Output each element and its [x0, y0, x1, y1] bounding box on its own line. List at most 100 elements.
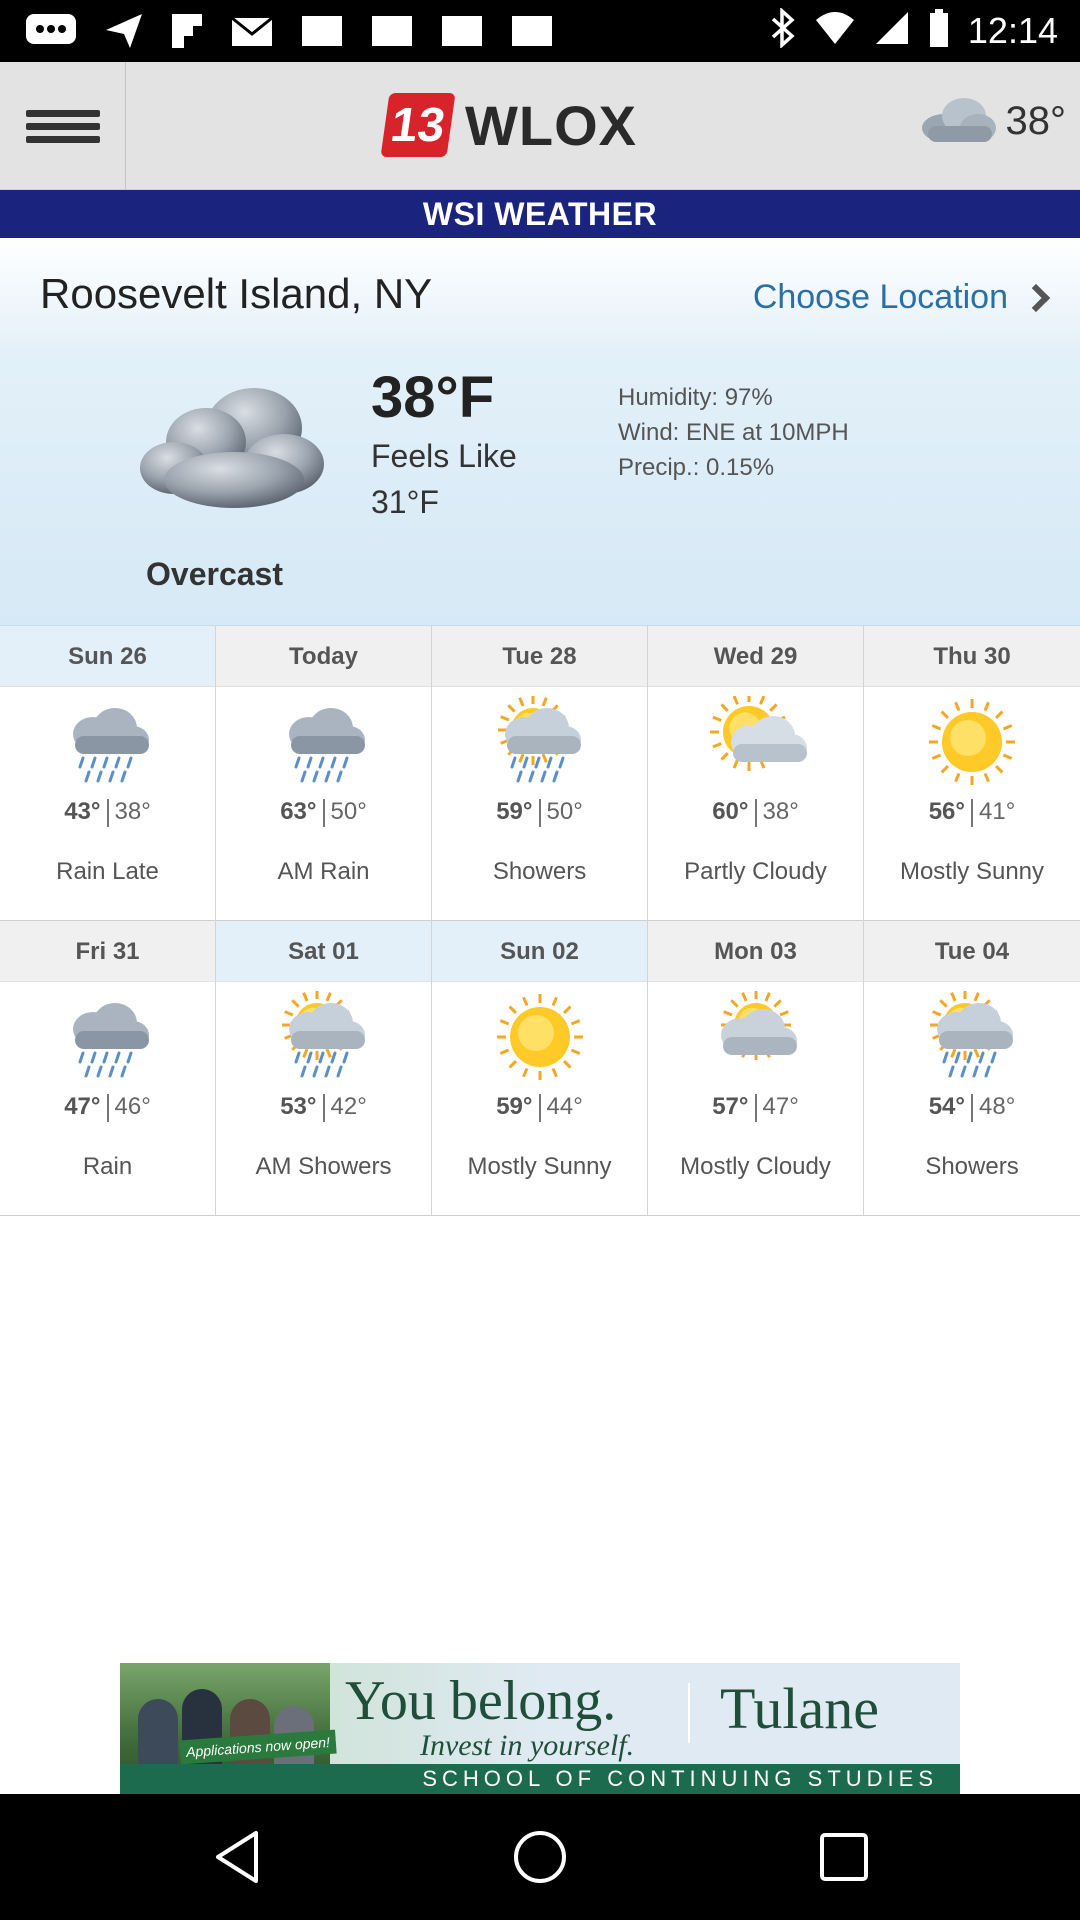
forecast-low: 46°: [114, 1093, 151, 1120]
forecast-low: 42°: [330, 1093, 367, 1120]
ad-banner[interactable]: Applications now open! You belong. Inves…: [120, 1663, 960, 1794]
forecast-temps: 47° 46°: [0, 1093, 215, 1122]
home-icon: [514, 1831, 566, 1883]
header-temperature: 38°: [1005, 99, 1067, 143]
forecast-condition: Partly Cloudy: [684, 858, 827, 885]
choose-location-button[interactable]: Choose Location: [753, 278, 1051, 317]
temp-separator: [538, 1093, 541, 1122]
message-icon: [24, 12, 78, 55]
temp-separator: [322, 1093, 325, 1122]
forecast-day-label: Sun 26: [0, 626, 215, 687]
rain-icon: [53, 991, 163, 1091]
forecast-day[interactable]: Sat 01 53° 42° AM Showers: [216, 921, 432, 1216]
ad-headline: You belong.: [345, 1670, 617, 1732]
forecast-temps: 43° 38°: [0, 798, 215, 827]
temp-separator: [106, 798, 109, 827]
feels-like-value: 31°F: [371, 484, 439, 520]
location-name: Roosevelt Island, NY: [40, 270, 433, 317]
flipboard-icon: [170, 12, 204, 55]
temp-separator: [971, 1093, 973, 1122]
forecast-day[interactable]: Wed 29 60° 38° Partly Cloudy: [648, 626, 864, 921]
notification-icon: [440, 12, 484, 55]
forecast-low: 48°: [979, 1093, 1016, 1120]
forecast-temps: 59° 50°: [432, 798, 647, 827]
forecast-high: 57°: [712, 1093, 749, 1120]
ad-footer: SCHOOL OF CONTINUING STUDIES: [120, 1764, 960, 1794]
weather-details: Humidity: 97% Wind: ENE at 10MPH Precip.…: [618, 380, 849, 485]
forecast-day-label: Tue 04: [864, 921, 1080, 982]
forecast-condition: Mostly Sunny: [467, 1153, 612, 1180]
menu-button[interactable]: [0, 62, 126, 190]
forecast-condition: Mostly Cloudy: [680, 1153, 831, 1180]
sun-icon: [485, 991, 595, 1091]
forecast-low: 47°: [762, 1093, 799, 1120]
app-header: 13 WLOX 38°: [0, 62, 1080, 190]
ad-divider: [688, 1683, 690, 1743]
forecast-day-label: Sun 02: [432, 921, 647, 982]
forecast-low: 50°: [330, 798, 367, 825]
temp-separator: [754, 1093, 757, 1122]
forecast-high: 54°: [928, 1093, 965, 1120]
forecast-day[interactable]: Sun 02 59° 44° Mostly Sunny: [432, 921, 648, 1216]
signal-icon: [874, 10, 910, 51]
notification-icon: [300, 12, 344, 55]
forecast-temps: 53° 42°: [216, 1093, 431, 1122]
forecast-high: 47°: [64, 1093, 101, 1120]
hamburger-icon: [25, 104, 100, 149]
forecast-low: 38°: [114, 798, 151, 825]
forecast-day-label: Today: [216, 626, 431, 687]
forecast-day[interactable]: Thu 30 56° 41° Mostly Sunny: [864, 626, 1080, 921]
overcast-cloud-icon: [134, 376, 334, 521]
forecast-day-label: Sat 01: [216, 921, 431, 982]
forecast-row: Fri 31 47° 46° Rain Sat 01 53° 42° AM Showers …: [0, 921, 1080, 1216]
forecast-day-label: Fri 31: [0, 921, 215, 982]
status-time: 12:14: [967, 9, 1058, 51]
forecast-low: 50°: [546, 798, 583, 825]
chevron-right-icon: [1021, 283, 1051, 312]
header-weather[interactable]: 38°: [918, 92, 1067, 151]
navigation-bar: [0, 1794, 1080, 1920]
home-button[interactable]: [510, 1827, 570, 1887]
forecast-day[interactable]: Fri 31 47° 46° Rain: [0, 921, 216, 1216]
station-logo[interactable]: 13 WLOX: [380, 90, 637, 160]
forecast-high: 59°: [496, 1093, 533, 1120]
forecast-day[interactable]: Tue 28 59° 50° Showers: [432, 626, 648, 921]
forecast-low: 44°: [546, 1093, 583, 1120]
current-temperature: 38°F: [371, 365, 495, 430]
forecast-condition: AM Showers: [255, 1153, 392, 1180]
cloud-icon: [918, 92, 998, 151]
partly-cloudy-icon: [701, 693, 811, 796]
forecast-high: 43°: [64, 798, 101, 825]
forecast-high: 59°: [496, 798, 533, 825]
forecast-condition: Rain Late: [56, 858, 159, 885]
sun-showers-icon: [269, 990, 379, 1091]
forecast-low: 41°: [979, 798, 1016, 825]
notification-icon: [510, 12, 554, 55]
back-button[interactable]: [208, 1827, 268, 1887]
temp-separator: [538, 798, 541, 827]
condition-text: Overcast: [146, 556, 283, 592]
forecast-condition: Showers: [492, 858, 587, 885]
forecast-day-label: Thu 30: [864, 626, 1080, 687]
forecast-day-label: Mon 03: [648, 921, 863, 982]
logo-text: WLOX: [465, 93, 637, 157]
forecast-day-label: Tue 28: [432, 626, 647, 687]
recents-button[interactable]: [814, 1827, 874, 1887]
forecast-day-label: Wed 29: [648, 626, 863, 687]
sun-showers-icon: [917, 990, 1027, 1091]
ad-subline: Invest in yourself.: [420, 1729, 635, 1762]
forecast-condition: Rain: [82, 1153, 133, 1180]
forecast-day[interactable]: Tue 04 54° 48° Showers: [864, 921, 1080, 1216]
back-icon: [216, 1831, 258, 1883]
current-conditions: Roosevelt Island, NY Choose Location 38°…: [0, 238, 1080, 626]
status-bar: 12:14: [0, 0, 1080, 62]
forecast-day[interactable]: Today 63° 50° AM Rain: [216, 626, 432, 921]
feels-like-label: Feels Like: [371, 438, 517, 474]
forecast-high: 60°: [712, 798, 749, 825]
rain-icon: [269, 696, 379, 796]
humidity-text: Humidity: 97%: [618, 384, 773, 411]
forecast-day[interactable]: Mon 03 57° 47° Mostly Cloudy: [648, 921, 864, 1216]
forecast-day[interactable]: Sun 26 43° 38° Rain Late: [0, 626, 216, 921]
forecast-high: 63°: [280, 798, 317, 825]
battery-icon: [928, 8, 950, 53]
